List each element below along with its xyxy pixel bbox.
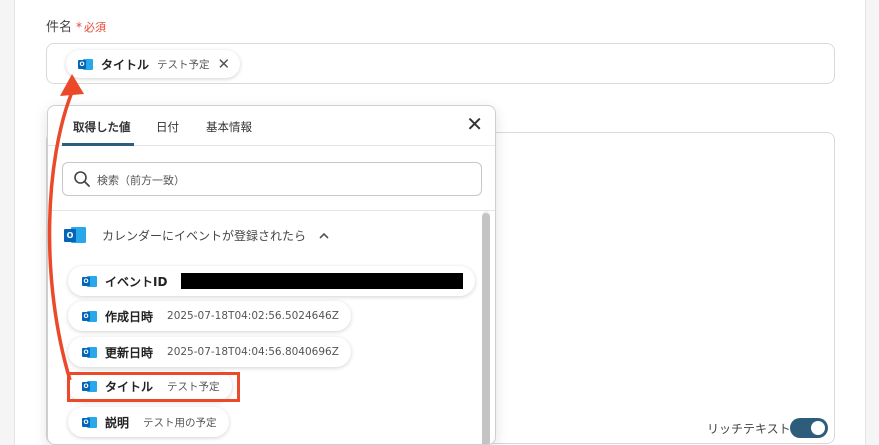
outlook-icon: O bbox=[82, 275, 97, 288]
value-picker-popup: 取得した値 日付 基本情報 ✕ 検索（前方一致） O カレンダーにイベントが登録… bbox=[47, 105, 496, 445]
scrollbar-thumb[interactable] bbox=[482, 213, 490, 444]
item-value: 2025-07-18T04:02:56.5024646Z bbox=[167, 310, 339, 322]
chevron-up-icon[interactable] bbox=[318, 230, 330, 242]
item-value: 2025-07-18T04:04:56.8040696Z bbox=[167, 346, 339, 358]
item-label: 説明 bbox=[105, 415, 130, 430]
required-text: 必須 bbox=[84, 21, 107, 34]
item-label: タイトル bbox=[105, 379, 154, 394]
section-header[interactable]: O カレンダーにイベントが登録されたら bbox=[64, 226, 330, 245]
tab-date[interactable]: 日付 bbox=[156, 119, 179, 135]
active-tab-indicator bbox=[62, 143, 134, 146]
outlook-icon: O bbox=[82, 380, 97, 393]
search-placeholder: 検索（前方一致） bbox=[97, 174, 185, 187]
rich-text-label: リッチテキスト bbox=[707, 422, 791, 436]
list-item-updated-at[interactable]: O 更新日時 2025-07-18T04:04:56.8040696Z bbox=[68, 337, 351, 367]
item-value: テスト予定 bbox=[167, 380, 220, 393]
item-value: テスト用の予定 bbox=[143, 416, 217, 429]
item-label: 更新日時 bbox=[105, 345, 154, 360]
divider bbox=[48, 210, 495, 211]
close-icon[interactable]: ✕ bbox=[466, 114, 483, 134]
scrollbar[interactable] bbox=[482, 211, 490, 444]
subject-token-chip[interactable]: O タイトル テスト予定 ✕ bbox=[66, 50, 241, 78]
list-item-event-id[interactable]: O イベントID bbox=[68, 266, 476, 296]
tab-basic-info[interactable]: 基本情報 bbox=[206, 119, 252, 135]
section-title: カレンダーにイベントが登録されたら bbox=[102, 229, 307, 243]
popup-tabs: 取得した値 日付 基本情報 ✕ bbox=[48, 106, 495, 146]
list-item-created-at[interactable]: O 作成日時 2025-07-18T04:02:56.5024646Z bbox=[68, 301, 351, 331]
chip-name: タイトル bbox=[101, 57, 150, 72]
outlook-icon: O bbox=[82, 416, 97, 429]
subject-label-text: 件名 bbox=[46, 20, 73, 35]
close-icon[interactable]: ✕ bbox=[218, 56, 231, 72]
subject-label: 件名 * 必須 bbox=[46, 16, 106, 35]
search-icon bbox=[74, 171, 90, 187]
rich-text-toggle[interactable] bbox=[790, 418, 828, 438]
tab-acquired-values[interactable]: 取得した値 bbox=[73, 119, 131, 135]
toggle-knob bbox=[811, 421, 825, 435]
required-star: * bbox=[76, 20, 83, 34]
outlook-icon: O bbox=[78, 58, 93, 71]
outlook-icon: O bbox=[64, 226, 86, 245]
chip-value: テスト予定 bbox=[157, 58, 210, 71]
outlook-icon: O bbox=[82, 346, 97, 359]
search-input[interactable]: 検索（前方一致） bbox=[62, 162, 482, 196]
list-item-description[interactable]: O 説明 テスト用の予定 bbox=[68, 407, 229, 437]
item-label: イベントID bbox=[105, 274, 168, 289]
outlook-icon: O bbox=[82, 310, 97, 323]
list-item-title[interactable]: O タイトル テスト予定 bbox=[68, 371, 232, 401]
redacted-value bbox=[181, 273, 464, 289]
item-label: 作成日時 bbox=[105, 309, 154, 324]
